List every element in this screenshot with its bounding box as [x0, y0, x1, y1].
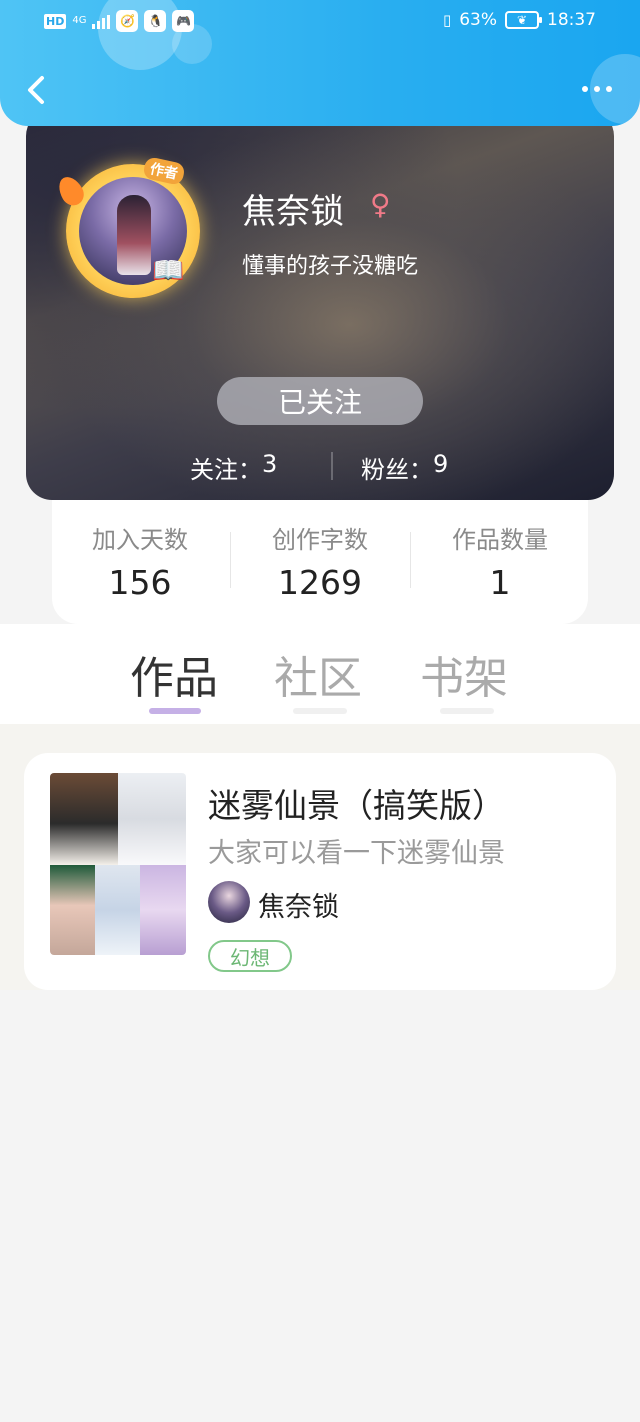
tab-indicator	[440, 708, 494, 714]
tab-indicator-active	[149, 708, 201, 714]
compass-app-icon: 🧭	[116, 10, 139, 32]
following-count[interactable]: 关注： 3	[190, 450, 277, 485]
username: 焦奈锁	[242, 192, 344, 232]
tab-works[interactable]: 作品	[130, 642, 218, 706]
clock: 18:37	[547, 10, 596, 30]
battery-icon: ❦	[505, 11, 542, 29]
back-button[interactable]	[22, 70, 52, 110]
following-label: 关注：	[190, 456, 262, 484]
genre-tag[interactable]: 幻想	[208, 940, 292, 972]
hd-icon: HD	[44, 13, 67, 29]
user-signature: 懂事的孩子没糖吃	[242, 254, 419, 279]
signal-icon	[92, 13, 111, 29]
stat-join-days: 加入天数 156	[50, 520, 230, 602]
top-header: HD 4G 🧭 🐧 🎮 ▯ 63% ❦ 18:37	[0, 0, 640, 126]
tab-indicator	[293, 708, 347, 714]
avatar-figure	[117, 195, 151, 275]
game-app-icon: 🎮	[172, 10, 195, 32]
dot	[594, 86, 600, 92]
qq-app-icon: 🐧	[144, 10, 167, 32]
cover-panel	[118, 773, 186, 865]
fans-count[interactable]: 粉丝： 9	[361, 450, 448, 485]
cover-panel	[95, 865, 140, 955]
chevron-left-icon	[28, 76, 44, 104]
work-description: 大家可以看一下迷雾仙景	[208, 838, 505, 869]
stat-works-count: 作品数量 1	[410, 520, 590, 602]
vibrate-icon: ▯	[442, 11, 452, 29]
dot	[582, 86, 588, 92]
avatar-frame[interactable]: 作者 📖	[53, 156, 200, 298]
work-title: 迷雾仙景（搞笑版）	[208, 786, 505, 825]
work-author: 焦奈锁	[258, 892, 339, 923]
work-card[interactable]: 迷雾仙景（搞笑版） 大家可以看一下迷雾仙景 焦奈锁 幻想	[24, 753, 616, 990]
more-button[interactable]	[582, 86, 612, 92]
book-cover	[50, 773, 186, 955]
stat-word-count: 创作字数 1269	[230, 520, 410, 602]
battery-percent: 63%	[459, 10, 497, 30]
stat-value: 156	[108, 563, 172, 602]
stat-label: 作品数量	[452, 526, 548, 554]
tab-bookshelf[interactable]: 书架	[420, 642, 508, 706]
fans-value: 9	[433, 450, 449, 478]
carrot-icon	[53, 172, 89, 210]
cover-panel	[140, 865, 186, 955]
stat-label: 创作字数	[272, 526, 368, 554]
tab-community[interactable]: 社区	[274, 642, 362, 706]
author-avatar	[208, 881, 250, 923]
book-icon: 📖	[152, 256, 185, 286]
female-icon: ♀	[370, 188, 391, 221]
divider	[331, 452, 333, 480]
cover-panel	[50, 865, 95, 955]
stat-label: 加入天数	[92, 526, 188, 554]
profile-card: 作者 📖 焦奈锁 ♀ 懂事的孩子没糖吃 已关注 关注： 3 粉丝： 9	[26, 110, 614, 500]
stat-value: 1	[489, 563, 511, 602]
following-value: 3	[262, 450, 278, 478]
stats-card: 加入天数 156 创作字数 1269 作品数量 1	[52, 490, 588, 624]
network-type: 4G	[72, 15, 87, 26]
follow-button[interactable]: 已关注	[217, 377, 423, 425]
fans-label: 粉丝：	[361, 456, 433, 484]
tab-bar: 作品 社区 书架	[0, 624, 640, 724]
status-bar: HD 4G 🧭 🐧 🎮 ▯ 63% ❦ 18:37	[0, 0, 640, 44]
follow-stats: 关注： 3 粉丝： 9	[26, 446, 614, 486]
cover-panel	[50, 773, 118, 865]
dot	[606, 86, 612, 92]
stat-value: 1269	[278, 563, 362, 602]
leaf-icon: ❦	[516, 13, 528, 27]
status-right: ▯ 63% ❦ 18:37	[443, 10, 596, 30]
status-left: HD 4G 🧭 🐧 🎮	[44, 10, 195, 32]
